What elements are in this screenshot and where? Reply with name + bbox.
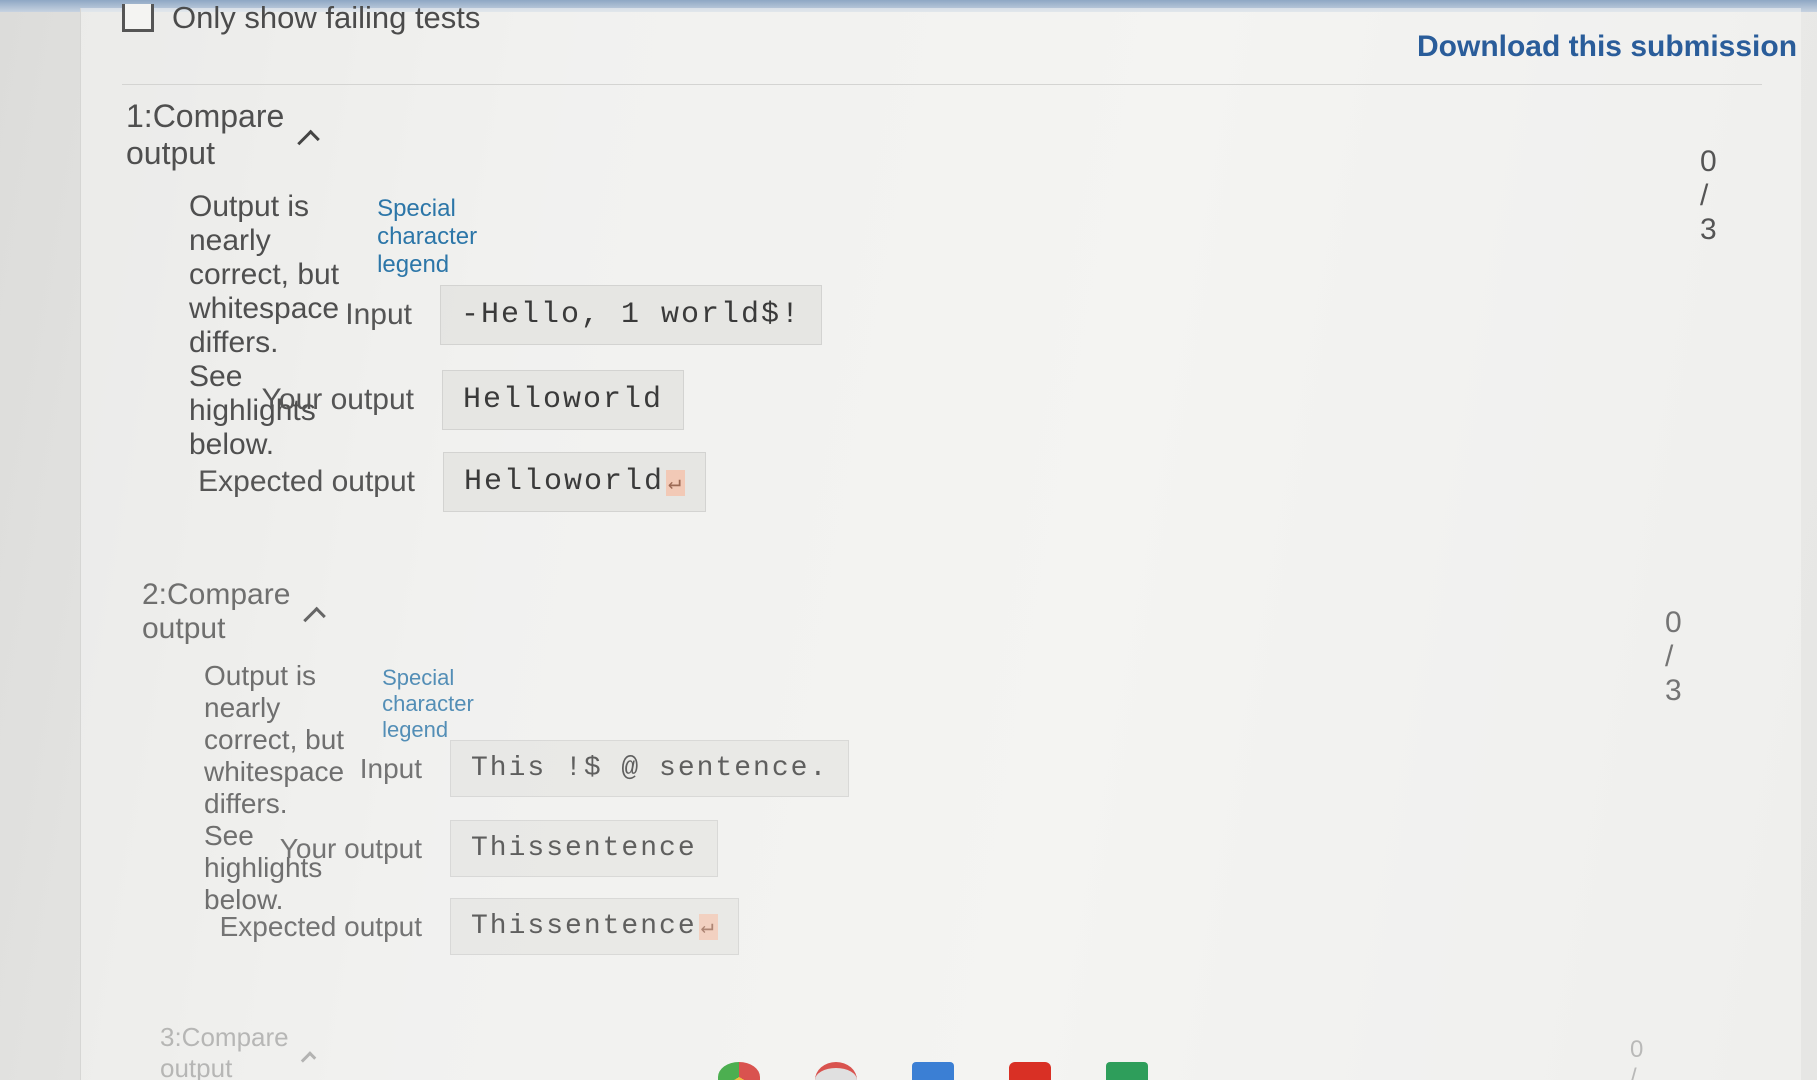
test-3-score: 0 / 3 bbox=[1630, 1036, 1645, 1080]
drive-icon[interactable] bbox=[1106, 1062, 1148, 1080]
test-3-header[interactable]: 3:Compare output bbox=[160, 1022, 317, 1080]
input-label: Input bbox=[345, 298, 412, 331]
failing-tests-filter[interactable]: Only show failing tests bbox=[122, 0, 480, 36]
docs-icon[interactable] bbox=[912, 1062, 954, 1080]
test-1-title: 1:Compare output bbox=[126, 98, 285, 171]
expected-output-label: Expected output bbox=[198, 465, 415, 498]
your-output-value: Helloworld bbox=[442, 370, 685, 430]
test-2-score: 0 / 3 bbox=[1665, 606, 1683, 707]
test-1-your-output-row: Your output Helloworld bbox=[162, 370, 685, 430]
screen: Only show failing tests Download this su… bbox=[0, 0, 1817, 1080]
test-1-expected-output-row: Expected output Helloworld ↵ bbox=[163, 452, 707, 512]
gmail-icon[interactable] bbox=[815, 1062, 857, 1080]
your-output-label: Your output bbox=[261, 383, 414, 416]
expected-output-box: Helloworld ↵ bbox=[443, 452, 707, 512]
test-3-title: 3:Compare output bbox=[160, 1022, 289, 1080]
expected-output-value: Helloworld bbox=[464, 465, 665, 499]
chrome-icon[interactable] bbox=[718, 1062, 760, 1080]
your-output-label: Your output bbox=[279, 832, 422, 864]
download-submission-link[interactable]: Download this submission bbox=[1417, 30, 1797, 64]
newline-icon: ↵ bbox=[698, 914, 718, 940]
input-value: -Hello, 1 world$! bbox=[440, 285, 823, 345]
expected-output-box: Thissentence ↵ bbox=[450, 898, 739, 955]
special-character-legend-link[interactable]: Special character legend bbox=[377, 195, 477, 279]
test-1-score: 0 / 3 bbox=[1700, 145, 1718, 246]
special-character-legend-link[interactable]: Special character legend bbox=[382, 665, 474, 743]
test-2-header[interactable]: 2:Compare output bbox=[142, 578, 327, 646]
divider bbox=[122, 84, 1762, 85]
failing-tests-label: Only show failing tests bbox=[172, 0, 481, 35]
test-1-input-row: Input -Hello, 1 world$! bbox=[160, 285, 823, 345]
newline-icon: ↵ bbox=[666, 470, 686, 496]
os-dock bbox=[718, 1062, 1203, 1080]
test-2-input-row: Input This !$ @ sentence. bbox=[170, 740, 850, 797]
input-label: Input bbox=[359, 752, 422, 784]
failing-tests-checkbox[interactable] bbox=[122, 4, 154, 32]
youtube-icon[interactable] bbox=[1009, 1062, 1051, 1080]
expected-output-label: Expected output bbox=[219, 910, 422, 942]
your-output-value: Thissentence bbox=[450, 820, 718, 877]
input-value: This !$ @ sentence. bbox=[450, 740, 850, 797]
test-2-title: 2:Compare output bbox=[142, 578, 291, 645]
test-2-your-output-row: Your output Thissentence bbox=[170, 820, 718, 877]
test-1-header[interactable]: 1:Compare output bbox=[126, 98, 321, 172]
expected-output-value: Thissentence bbox=[471, 911, 697, 942]
test-2-expected-output-row: Expected output Thissentence ↵ bbox=[170, 898, 739, 955]
